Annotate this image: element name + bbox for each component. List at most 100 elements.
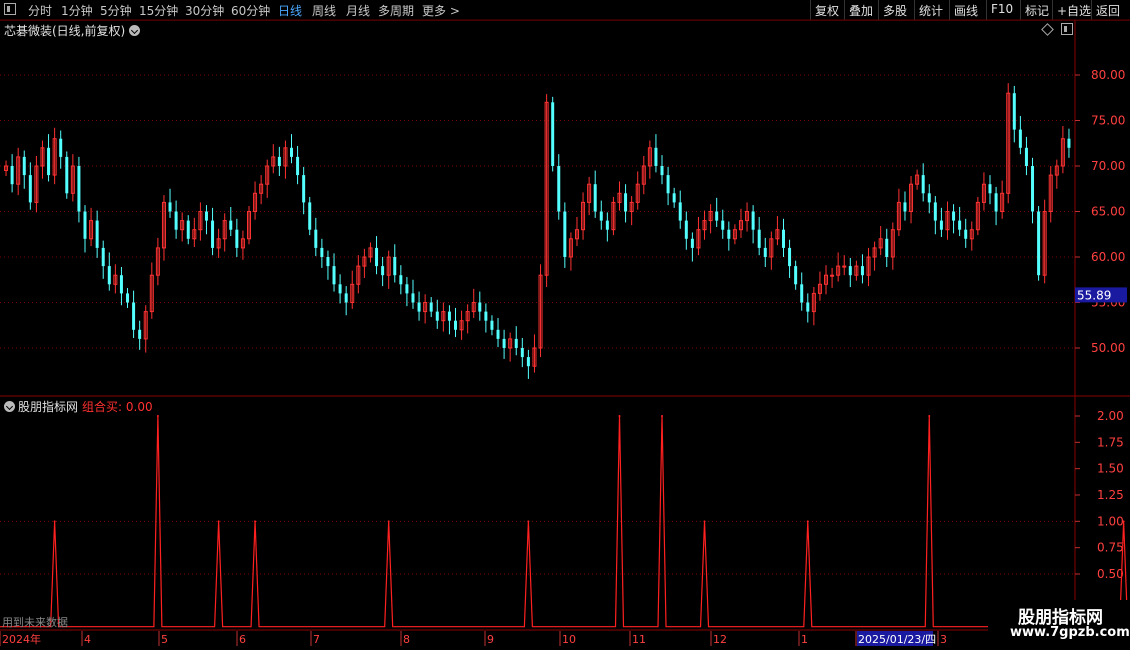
watermark-url: www.7gpzb.com [1010,625,1130,640]
price-axis-label: 80.00 [1091,68,1125,82]
candle-body-down [77,166,81,212]
candle-body-down [454,320,458,330]
candle-body-down [95,220,99,248]
candle-body-down [1031,166,1035,212]
price-axis-label: 70.00 [1091,159,1125,173]
candle-body-down [788,247,792,267]
candle-body-down [678,202,682,221]
candle-body-down [235,229,239,248]
candle-body-down [186,220,190,239]
candle-body-down [435,311,439,321]
candle-body-down [290,147,294,157]
candle-body-down [174,211,178,230]
candle-body-down [557,166,561,212]
candle-body-down [332,266,336,285]
candle-body-down [605,220,609,230]
candle-body-down [927,193,931,203]
price-axis-label: 50.00 [1091,341,1125,355]
date-label: 8 [403,633,410,646]
candle-body-down [1018,129,1022,148]
candle-body-down [484,311,488,321]
candle-body-down [715,211,719,221]
candle-body-down [65,156,69,194]
candle-body-down [490,320,494,330]
signal-spike-point [618,415,621,417]
candle-body-down [107,266,111,285]
candle-body-down [666,175,670,194]
candle-body-down [751,211,755,230]
candle-body-down [727,229,731,239]
candle-body-down [47,147,51,176]
candle-body-down [1037,211,1041,276]
signal-spike-point [53,520,56,523]
candle-body-up [842,265,847,268]
candle-body-down [952,211,956,221]
candle-body-down [320,247,324,257]
date-label: 12 [713,633,727,646]
price-axis-label: 75.00 [1091,114,1125,128]
candle-body-down [903,202,907,212]
date-label: 6 [239,633,246,646]
future-data-note: 用到未来数据 [2,616,68,629]
signal-spike-point [661,415,664,417]
candle-body-down [314,229,318,248]
candle-body-down [624,193,628,212]
candle-body-down [229,220,233,230]
candle-body-down [958,220,962,230]
date-label: 9 [487,633,494,646]
candle-body-down [593,184,597,212]
candle-body-down [1012,93,1016,130]
candle-body-down [1024,147,1028,166]
date-label: 2025/01/23/四 [858,633,936,646]
candle-body-down [563,211,567,257]
candle-body-down [399,275,403,285]
candle-body-down [10,166,14,185]
date-label: 4 [84,633,91,646]
candle-body-down [101,247,105,267]
candle-body-down [684,220,688,239]
candle-body-down [939,220,943,230]
date-label: 11 [632,633,646,646]
candle-body-down [344,293,348,303]
candle-body-down [417,302,421,312]
candle-body-down [411,293,415,303]
candle-body-down [478,302,482,312]
candle-body-down [526,357,530,367]
candle-body-down [59,138,63,157]
candle-body-down [514,338,518,348]
date-label: 7 [313,633,320,646]
candle-body-down [660,166,664,176]
candle-body-down [933,202,937,221]
date-label: 10 [562,633,576,646]
candle-body-down [921,175,925,194]
candle-body-down [520,348,524,358]
candle-body-down [277,156,281,166]
price-axis-label: 65.00 [1091,205,1125,219]
candle-body-down [338,284,342,294]
candle-body-down [22,156,26,176]
candle-body-up [830,274,835,277]
candle-body-down [496,329,500,339]
candle-body-down [302,175,306,203]
signal-spike-point [217,520,220,523]
chart-area[interactable]: 80.0075.0070.0065.0060.0055.0050.0055.89… [0,0,1130,650]
candle-body-down [848,266,852,276]
indicator-axis-label: 2.00 [1097,409,1124,423]
candle-body-down [204,211,208,221]
indicator-axis-label: 1.50 [1097,462,1124,476]
signal-spike-point [703,520,706,523]
candle-body-down [672,193,676,203]
candle-body-down [308,202,312,230]
candle-body-down [28,175,32,203]
candle-body-down [393,257,397,276]
candle-body-down [132,302,136,330]
candle-body-down [296,156,300,176]
candle-body-down [119,275,123,294]
candle-body-down [502,338,506,348]
candle-body-down [447,311,451,321]
candle-body-down [126,293,130,303]
candle-body-down [800,284,804,303]
candle-body-down [885,238,889,257]
signal-spike-point [527,520,530,523]
indicator-axis-label: 1.25 [1097,488,1124,502]
